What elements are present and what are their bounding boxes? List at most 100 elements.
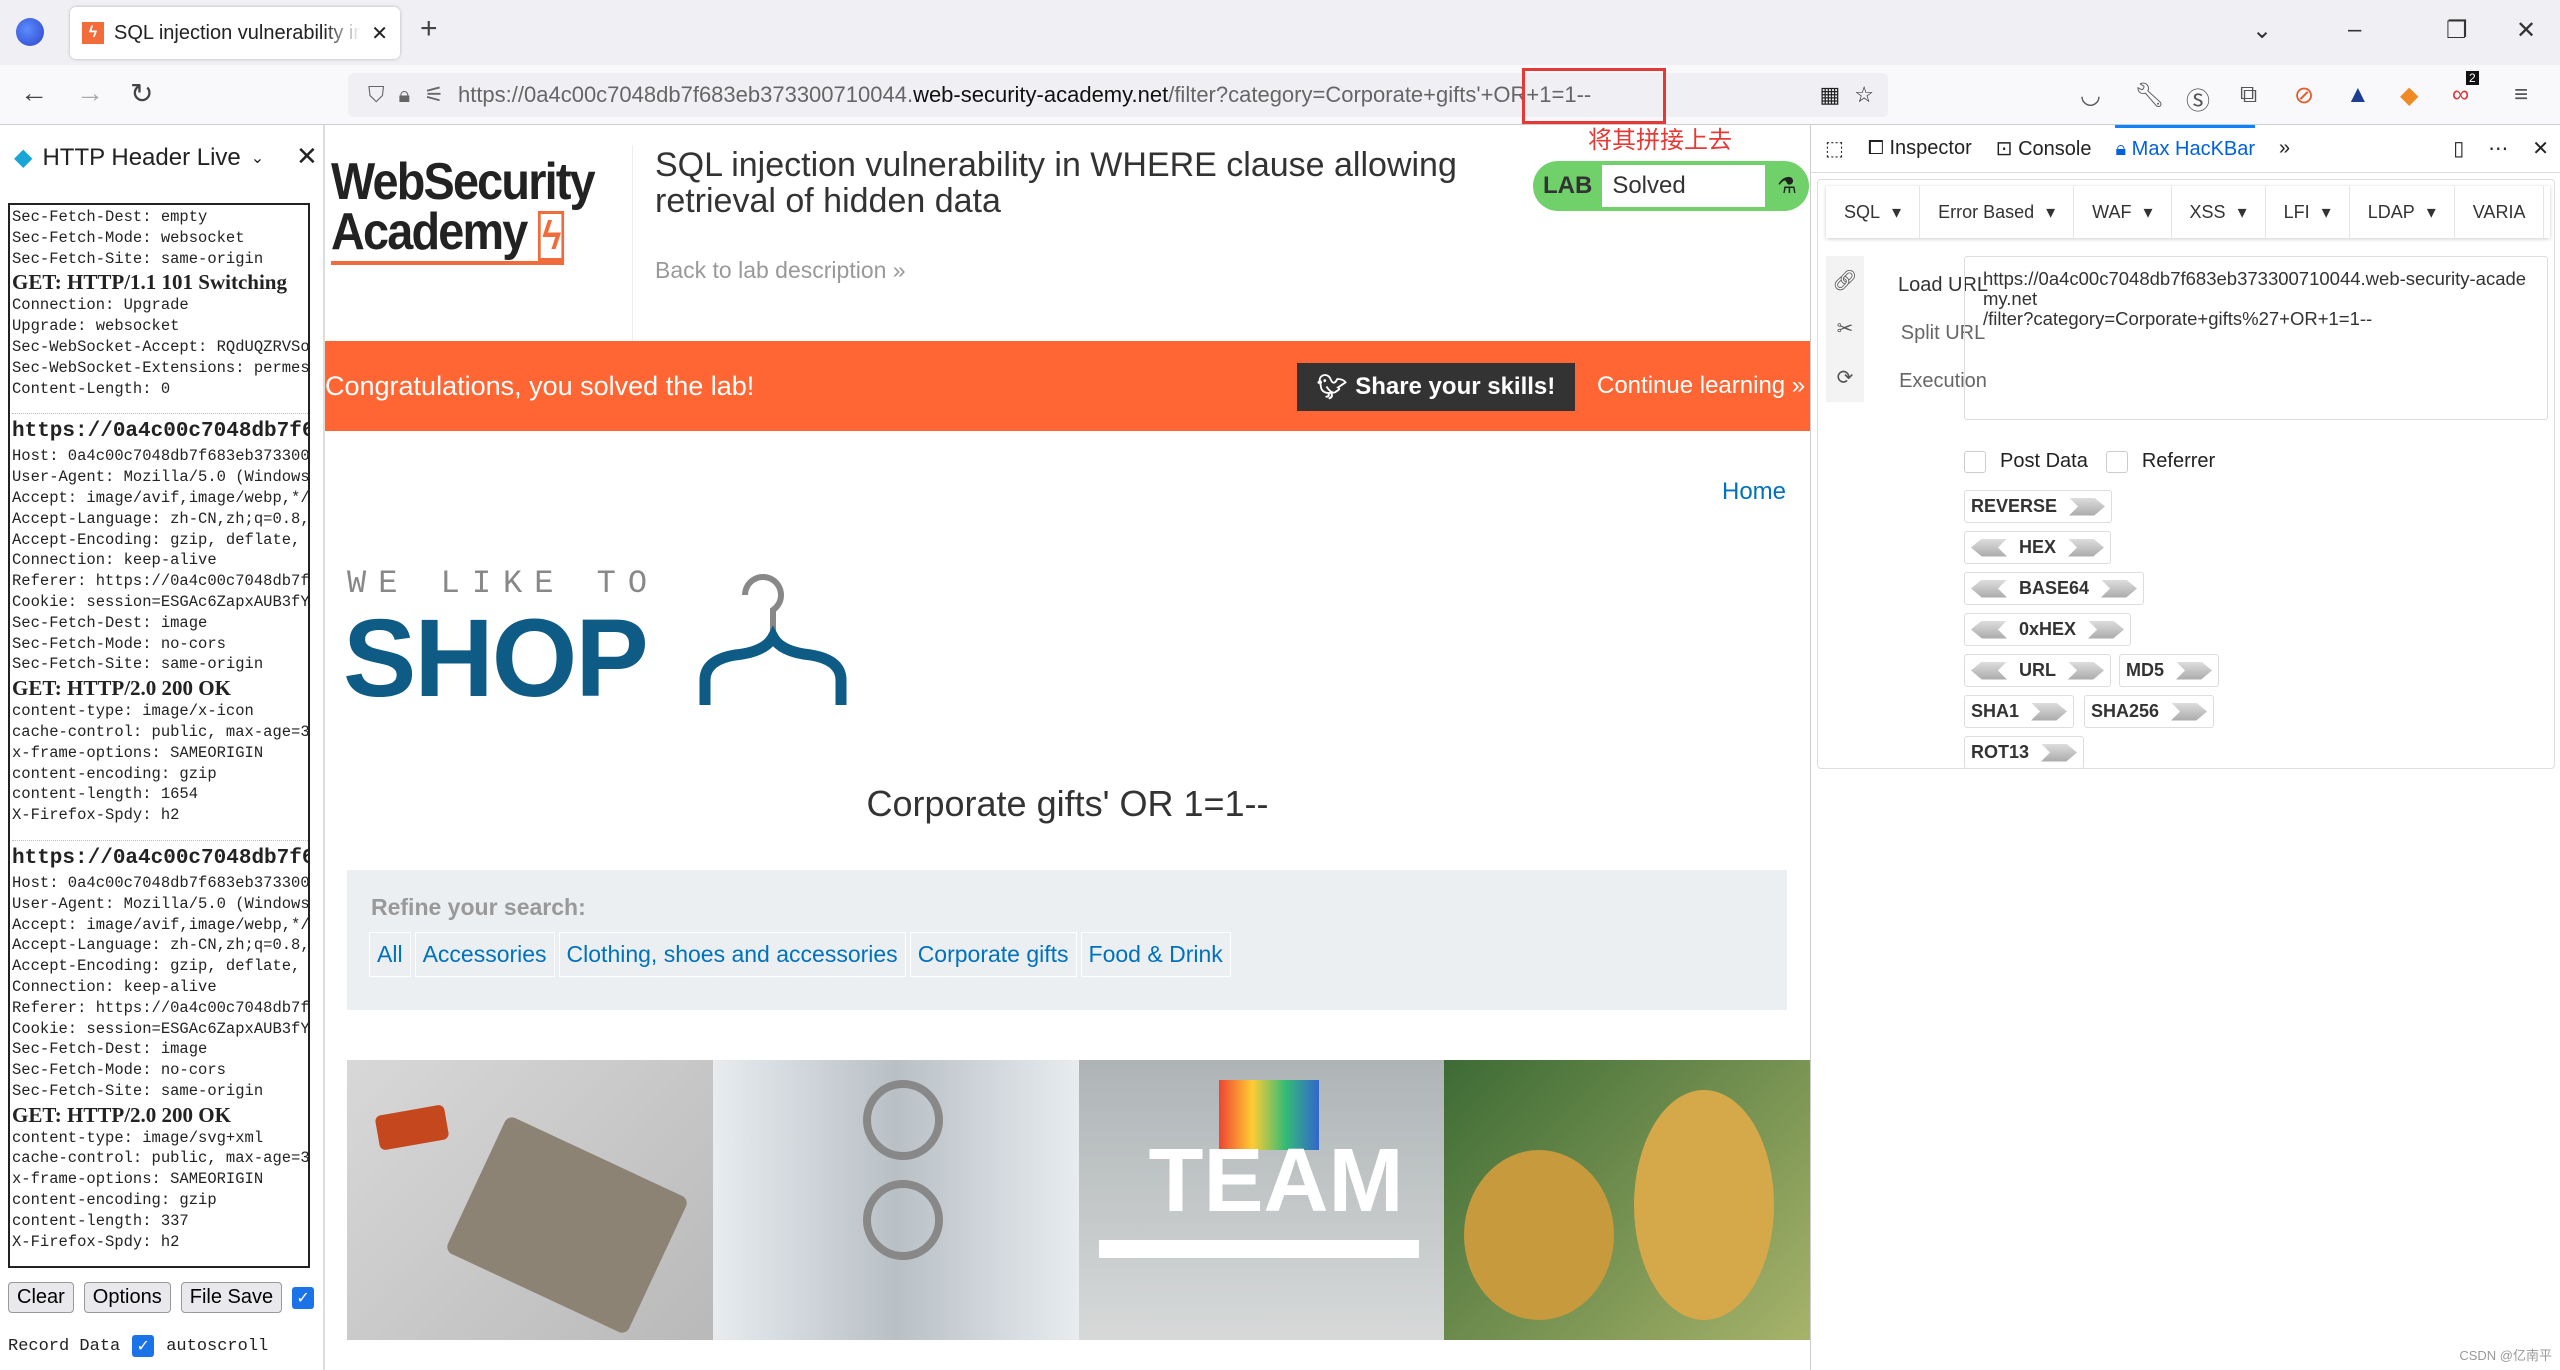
devtools-options-icon[interactable]: ⋯	[2488, 136, 2508, 161]
devtools-close-icon[interactable]: ✕	[2532, 136, 2549, 161]
refine-label: Refine your search:	[371, 894, 586, 920]
tab-list-icon[interactable]: ⌄	[2252, 16, 2272, 45]
hackbar-menu-item[interactable]: XSS ▾	[2172, 186, 2266, 238]
post-data-checkbox[interactable]: Post Data	[1964, 450, 2088, 473]
scissors-icon[interactable]: ✂	[1837, 316, 1854, 341]
browser-tab[interactable]: ϟ SQL injection vulnerability in WHERE c…	[70, 7, 400, 59]
caret-down-icon: ▾	[2321, 201, 2331, 222]
blocked-extension-icon[interactable]: ⊘	[2294, 81, 2314, 110]
filter-link[interactable]: Food & Drink	[1080, 932, 1231, 977]
referrer-checkbox[interactable]: Referrer	[2105, 450, 2215, 473]
encode-arrow-icon[interactable]	[2088, 620, 2125, 639]
share-skills-button[interactable]: 🐦︎ Share your skills!	[1297, 363, 1575, 411]
link-icon[interactable]: 🔗︎	[1832, 268, 1857, 293]
back-to-lab-link[interactable]: Back to lab description »	[655, 257, 906, 284]
restore-icon[interactable]: ❐	[2446, 16, 2468, 45]
hackbar-menu-item[interactable]: LDAP ▾	[2350, 186, 2455, 238]
reload-icon[interactable]: ↻	[130, 77, 153, 110]
decode-arrow-icon[interactable]	[1971, 538, 2007, 557]
options-button[interactable]: Options	[83, 1282, 171, 1313]
fox-extension-icon[interactable]: ◆	[2400, 81, 2418, 110]
decode-arrow-icon[interactable]	[1971, 661, 2007, 680]
pocket-icon[interactable]: ◡	[2080, 81, 2101, 110]
hackbar-menu-item[interactable]: WAF ▾	[2074, 186, 2172, 238]
hackbar-menu-item[interactable]: VARIA	[2455, 186, 2545, 238]
hackbar-menu-item[interactable]: Error Based ▾	[1920, 186, 2075, 238]
url-textarea[interactable]: https://0a4c00c7048db7f683eb373300710044…	[1964, 256, 2548, 420]
encode-arrow-icon[interactable]	[2069, 497, 2106, 516]
decode-arrow-icon[interactable]	[1971, 579, 2007, 598]
qr-code-icon[interactable]: ▦	[1819, 82, 1840, 108]
menu-icon[interactable]: ≡	[2514, 81, 2528, 109]
log-response-header: Content-Length: 0	[12, 379, 171, 398]
log-response-header: Sec-WebSocket-Extensions: permessa	[12, 358, 310, 377]
filter-link[interactable]: Clothing, shoes and accessories	[558, 932, 906, 977]
encode-arrow-icon[interactable]	[2031, 702, 2068, 721]
firefox-icon[interactable]	[16, 18, 44, 46]
vpn-extension-icon[interactable]: ▲	[2346, 81, 2370, 109]
home-link[interactable]: Home	[1722, 478, 1786, 506]
record-checkbox[interactable]: ✓	[292, 1286, 315, 1309]
web-security-academy-logo[interactable]: WebSecurity Academy ϟ	[331, 156, 596, 265]
filter-link[interactable]: Corporate gifts	[909, 932, 1077, 977]
log-response-header: Connection: Upgrade	[12, 296, 189, 315]
tab-inspector[interactable]: ⧠ Inspector	[1868, 137, 1972, 160]
tab-max-hackbar[interactable]: 🔒︎ Max HacKBar	[2115, 124, 2256, 161]
s-extension-icon[interactable]: Ⓢ	[2186, 81, 2210, 116]
product-image-laundry[interactable]	[712, 1060, 1079, 1340]
record-row: Record Data ✓ autoscroll	[8, 1335, 268, 1357]
lab-title: SQL injection vulnerability in WHERE cla…	[655, 146, 1457, 220]
continue-learning-link[interactable]: Continue learning »	[1597, 372, 1805, 400]
log-request-header: Host: 0a4c00c7048db7f683eb3733007	[12, 873, 310, 892]
sidebar-buttons: Clear Options File Save ✓	[8, 1282, 315, 1313]
chevron-down-icon[interactable]: ⌄	[251, 148, 264, 168]
log-separator	[12, 413, 308, 415]
encode-arrow-icon[interactable]	[2101, 579, 2138, 598]
responsive-design-icon[interactable]: ▯	[2453, 136, 2464, 161]
http-header-live-icon: ◆	[14, 144, 33, 171]
log-response-header: content-type: image/x-icon	[12, 702, 254, 721]
new-tab-button[interactable]: +	[420, 12, 438, 46]
encode-arrow-icon[interactable]	[2068, 538, 2105, 557]
encode-arrow-icon[interactable]	[2068, 661, 2104, 680]
encode-arrow-icon[interactable]	[2041, 743, 2078, 762]
menu-label: Error Based	[1938, 201, 2035, 222]
element-picker-icon[interactable]: ⬚	[1825, 136, 1844, 161]
action-icons: 🔗︎ ✂ ⟳	[1826, 256, 1864, 402]
forward-icon[interactable]: →	[76, 77, 104, 109]
filter-link[interactable]: Accessories	[414, 932, 555, 977]
close-tab-icon[interactable]: ✕	[371, 21, 388, 46]
clear-button[interactable]: Clear	[8, 1282, 74, 1313]
menu-label: VARIA	[2472, 201, 2526, 222]
header-log[interactable]: Sec-Fetch-Dest: empty Sec-Fetch-Mode: web…	[8, 203, 310, 1268]
hackbar-extension-icon[interactable]: ∞ 2	[2452, 71, 2479, 109]
autoscroll-checkbox[interactable]: ✓	[132, 1335, 155, 1357]
more-tabs-icon[interactable]: »	[2279, 137, 2290, 160]
lock-icon[interactable]: 🔒︎	[399, 82, 411, 108]
tab-console[interactable]: ⊡ Console	[1996, 136, 2092, 161]
extensions-icon[interactable]: ⧉	[2240, 81, 2257, 109]
refresh-icon[interactable]: ⟳	[1837, 365, 1854, 390]
encode-arrow-icon[interactable]	[2171, 702, 2208, 721]
shield-icon[interactable]: ⛉	[368, 82, 385, 108]
decode-arrow-icon[interactable]	[1971, 620, 2007, 639]
hanger-icon	[699, 574, 847, 705]
product-image-tea-bag[interactable]	[347, 1060, 713, 1340]
permissions-icon[interactable]: ⚟	[424, 82, 444, 108]
window-close-icon[interactable]: ✕	[2516, 16, 2536, 45]
encode-arrow-icon[interactable]	[2176, 661, 2213, 680]
minimize-icon[interactable]: –	[2348, 16, 2361, 44]
sidebar-header[interactable]: ◆ HTTP Header Live ⌄	[14, 143, 264, 172]
filter-link[interactable]: All	[369, 932, 411, 977]
tab-bar: ϟ SQL injection vulnerability in WHERE c…	[0, 0, 2560, 65]
file-save-button[interactable]: File Save	[180, 1282, 283, 1313]
hackbar-menu-item[interactable]: SQL ▾	[1826, 186, 1921, 238]
back-icon[interactable]: ←	[20, 77, 48, 109]
bookmark-star-icon[interactable]: ☆	[1854, 82, 1874, 108]
wrench-icon[interactable]: 🔧︎	[2134, 81, 2164, 110]
hackbar-menu-item[interactable]: LFI ▾	[2266, 186, 2350, 238]
product-image-potatoes[interactable]	[1444, 1060, 1810, 1340]
product-image-team[interactable]: TEAM	[1078, 1060, 1445, 1340]
log-response-header: x-frame-options: SAMEORIGIN	[12, 743, 264, 762]
sidebar-close-icon[interactable]: ✕	[296, 141, 318, 172]
